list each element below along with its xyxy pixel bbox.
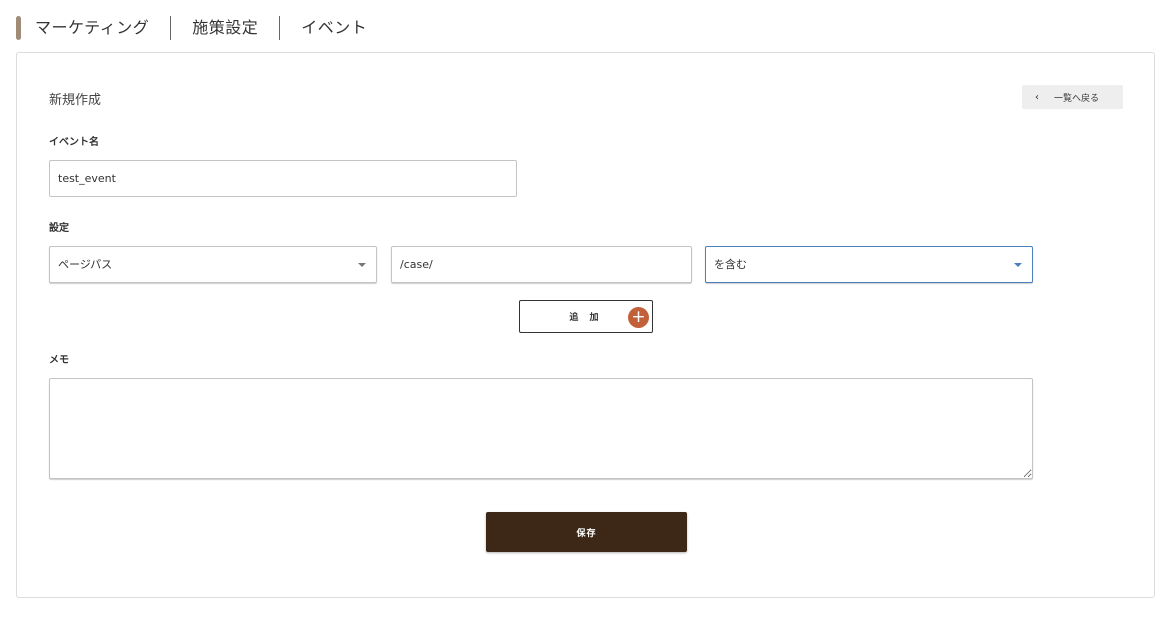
plus-circle-icon: +: [628, 307, 649, 328]
event-name-value: test_event: [58, 172, 116, 185]
event-name-label: イベント名: [49, 137, 99, 148]
page-title: 新規作成: [49, 93, 102, 108]
back-to-list-button[interactable]: ‹ 一覧へ戻る: [1022, 85, 1123, 109]
breadcrumb-item-campaign-settings[interactable]: 施策設定: [192, 16, 258, 40]
memo-label: メモ: [49, 355, 69, 366]
event-name-input[interactable]: test_event: [49, 160, 517, 197]
match-operator-select[interactable]: を含む: [705, 246, 1033, 283]
breadcrumb-item-marketing[interactable]: マーケティング: [35, 16, 149, 40]
breadcrumb-accent-bar: [16, 16, 21, 40]
save-button[interactable]: 保存: [486, 512, 687, 552]
chevron-left-icon: ‹: [1035, 91, 1039, 103]
match-operator-value: を含む: [714, 258, 747, 271]
path-input-value: /case/: [400, 258, 433, 271]
breadcrumb: マーケティング 施策設定 イベント: [16, 16, 367, 40]
back-to-list-label: 一覧へ戻る: [1054, 93, 1100, 104]
breadcrumb-item-event: イベント: [301, 18, 368, 37]
condition-type-value: ページパス: [58, 258, 113, 271]
caret-down-icon: [358, 262, 366, 267]
breadcrumb-separator: [279, 16, 281, 40]
path-input[interactable]: /case/: [391, 246, 692, 283]
settings-label: 設定: [49, 223, 69, 234]
add-condition-label: 追 加: [569, 313, 603, 323]
condition-type-select[interactable]: ページパス: [49, 246, 377, 283]
memo-textarea[interactable]: [49, 378, 1033, 479]
caret-down-icon: [1014, 262, 1022, 267]
breadcrumb-separator: [170, 16, 172, 40]
add-condition-button[interactable]: 追 加 +: [519, 300, 653, 333]
form-card: 新規作成 ‹ 一覧へ戻る イベント名 test_event 設定 ページパス /…: [16, 52, 1155, 598]
